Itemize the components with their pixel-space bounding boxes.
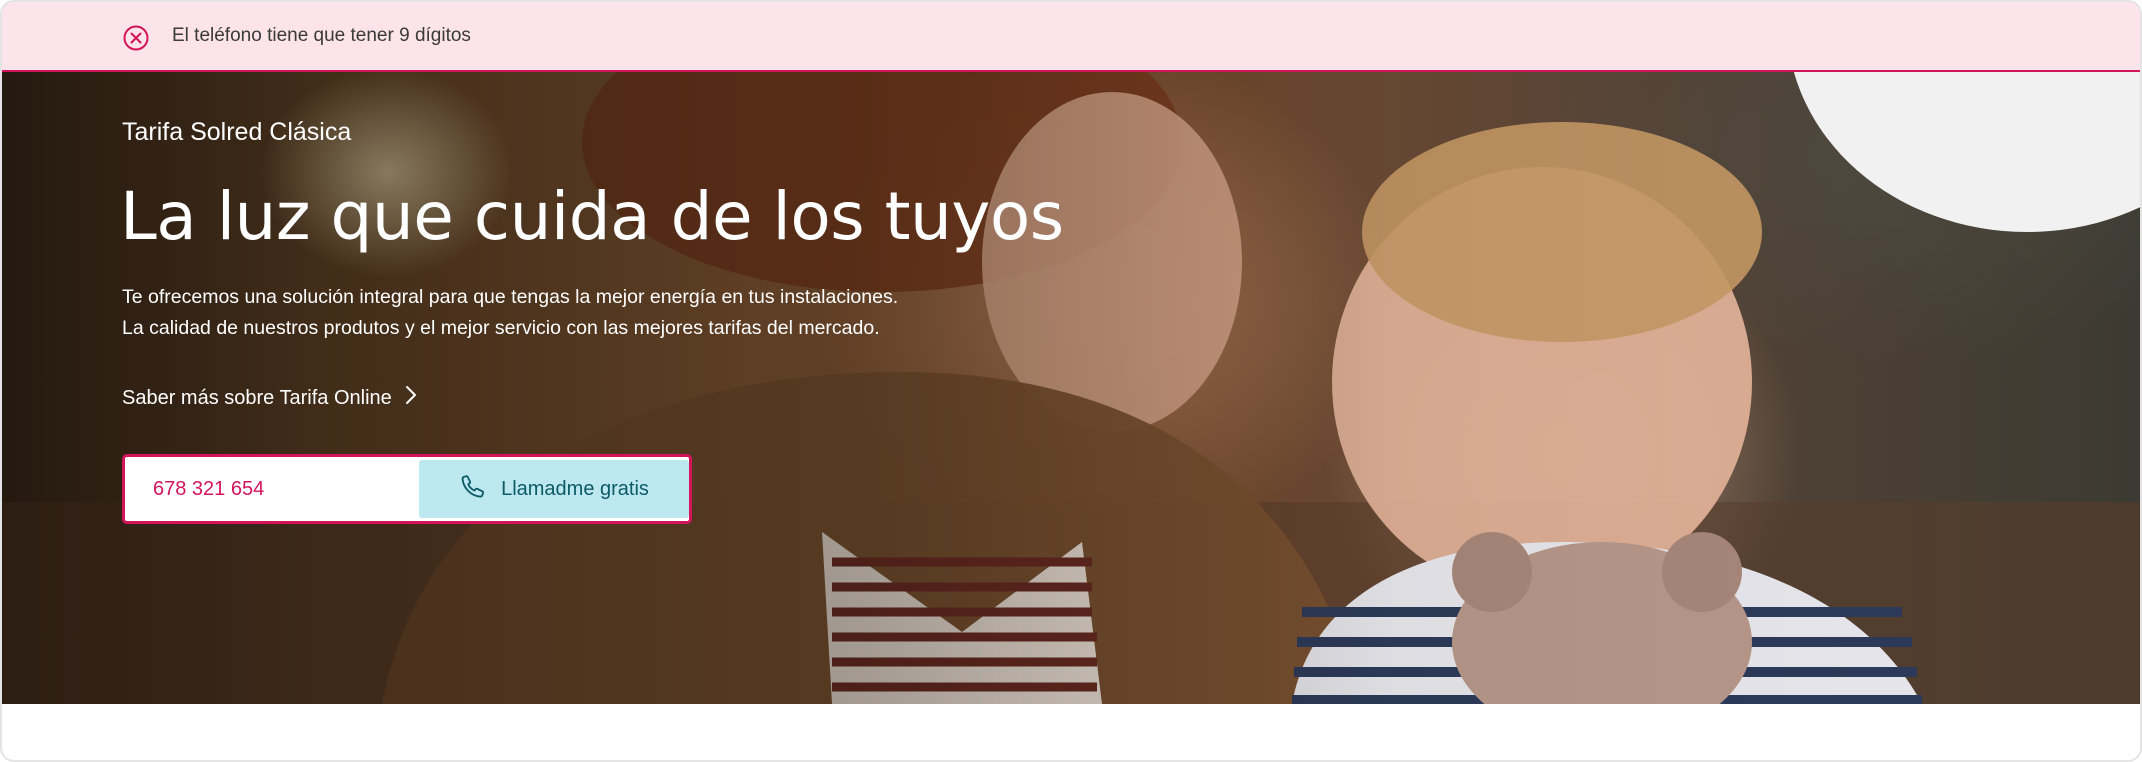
call-me-button[interactable]: Llamadme gratis bbox=[419, 460, 689, 518]
hero-description-line-1: Te ofrecemos una solución integral para … bbox=[122, 286, 899, 308]
more-info-link-label: Saber más sobre Tarifa Online bbox=[122, 386, 392, 409]
callback-form: Llamadme gratis bbox=[122, 454, 692, 524]
call-me-button-label: Llamadme gratis bbox=[501, 477, 649, 500]
error-message: El teléfono tiene que tener 9 dígitos bbox=[172, 25, 471, 46]
hero-description-line-2: La calidad de nuestros produtos y el mej… bbox=[122, 317, 880, 339]
hero-section: Tarifa Solred Clásica La luz que cuida d… bbox=[2, 72, 2140, 704]
close-circle-icon bbox=[122, 24, 150, 52]
page-frame: El teléfono tiene que tener 9 dígitos Ta… bbox=[0, 0, 2142, 762]
hero-eyebrow: Tarifa Solred Clásica bbox=[122, 118, 352, 146]
phone-icon bbox=[459, 472, 487, 506]
more-info-link[interactable]: Saber más sobre Tarifa Online bbox=[122, 384, 418, 412]
phone-input[interactable] bbox=[125, 457, 415, 521]
hero-headline: La luz que cuida de los tuyos bbox=[120, 178, 1064, 255]
hero-description: Te ofrecemos una solución integral para … bbox=[122, 282, 898, 344]
chevron-right-icon bbox=[404, 384, 418, 412]
error-banner: El teléfono tiene que tener 9 dígitos bbox=[2, 2, 2140, 72]
